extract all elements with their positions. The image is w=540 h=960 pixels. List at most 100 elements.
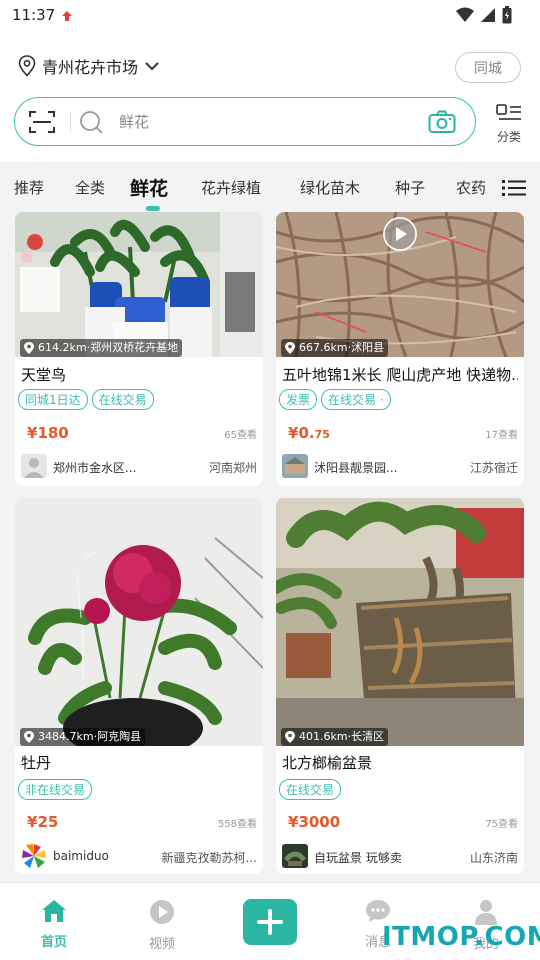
listing-tags: 在线交易 (279, 779, 342, 800)
listing-price: ¥0.75 (288, 424, 330, 442)
nav-home-label: 首页 (40, 935, 67, 950)
tag: 在线交易 · (321, 389, 391, 410)
search-divider (70, 112, 71, 132)
default-avatar-icon (24, 458, 44, 478)
category-tabs: 推荐 全类 鲜花 花卉绿植 绿化苗木 种子 农药 (0, 162, 540, 212)
app-notification-icon (62, 11, 72, 21)
status-time: 11:37 (12, 6, 56, 24)
tag: 非在线交易 (18, 779, 93, 800)
tab-flowers-plants[interactable]: 花卉绿植 (201, 177, 261, 198)
chevron-down-icon (145, 62, 159, 71)
listing-card[interactable]: 614.2km·郑州双桥花卉基地 天堂鸟 同城1日达 在线交易 ¥180 65查… (15, 212, 263, 486)
listing-title: 天堂鸟 (21, 366, 67, 384)
listing-tags: 发票 在线交易 · (279, 389, 391, 410)
tag: 同城1日达 (18, 389, 88, 410)
tab-seeds[interactable]: 种子 (395, 177, 425, 198)
home-icon (42, 900, 66, 922)
price-value: 180 (37, 424, 69, 442)
view-count: 75查看 (485, 819, 518, 830)
category-button[interactable]: 分类 (492, 104, 526, 144)
view-count: 558查看 (217, 819, 257, 830)
play-video-icon[interactable] (382, 216, 418, 252)
tab-landscape-seedlings[interactable]: 绿化苗木 (300, 177, 360, 198)
view-count: 65查看 (224, 430, 257, 441)
listing-image[interactable]: 3484.7km·阿克陶县 (15, 498, 263, 746)
price-value: 3000 (298, 813, 341, 831)
seller-avatar-image (21, 844, 47, 868)
menu-list-icon[interactable] (502, 179, 526, 197)
wifi-icon (456, 7, 474, 22)
nav-video[interactable]: 视频 (132, 899, 192, 952)
location-pin-icon (24, 342, 34, 354)
search-bar (14, 97, 476, 146)
message-icon (366, 900, 390, 922)
scan-icon[interactable] (29, 110, 55, 134)
header: 青州花卉市场 同城 分类 (0, 32, 540, 162)
nav-home[interactable]: 首页 (24, 899, 84, 950)
price-value: 0. (298, 424, 315, 442)
listing-price: ¥3000 (288, 813, 340, 831)
search-icon (80, 111, 103, 134)
seller-name: baimiduo (53, 849, 109, 863)
seller-region: 新疆克孜勒苏柯... (161, 851, 257, 865)
category-icon (496, 104, 521, 120)
tag: 在线交易 (279, 779, 342, 800)
seller-name: 自玩盆景 玩够卖 (314, 851, 402, 865)
price-symbol: ¥ (288, 424, 299, 442)
price-symbol: ¥ (27, 813, 38, 831)
listing-image[interactable]: 401.6km·长清区 (276, 498, 524, 746)
distance-badge: 614.2km·郑州双桥花卉基地 (20, 339, 183, 357)
location-pin-icon (24, 731, 34, 743)
location-pin-icon (285, 731, 295, 743)
category-label: 分类 (496, 130, 521, 144)
seller-region: 山东济南 (469, 851, 518, 865)
listing-image[interactable]: 614.2km·郑州双桥花卉基地 (15, 212, 263, 357)
location-pin-icon (18, 55, 36, 77)
seller-avatar-image (282, 844, 308, 868)
active-tab-indicator (146, 206, 160, 211)
listing-title: 五叶地锦1米长 爬山虎产地 快递物... (282, 366, 518, 384)
seller-avatar[interactable] (282, 844, 308, 868)
distance-text: 667.6km·沭阳县 (299, 341, 385, 354)
peony-photo (15, 498, 263, 746)
location-selector[interactable]: 青州花卉市场 (18, 54, 160, 78)
tab-recommend[interactable]: 推荐 (14, 177, 44, 198)
listing-card[interactable]: 3484.7km·阿克陶县 牡丹 非在线交易 ¥25 558查看 baimidu… (15, 498, 263, 874)
price-value: 25 (37, 813, 59, 831)
seller-avatar[interactable] (21, 844, 47, 868)
elm-bonsai-photo (276, 498, 524, 746)
listing-tags: 非在线交易 (18, 779, 93, 800)
seller-avatar[interactable] (282, 454, 308, 478)
seller-region: 江苏宿迁 (469, 461, 518, 475)
listing-image[interactable]: 667.6km·沭阳县 (276, 212, 524, 357)
seller-name: 郑州市金水区... (53, 461, 137, 475)
tag: 发票 (279, 389, 318, 410)
search-input[interactable] (119, 110, 419, 134)
seller-name: 沭阳县靓景园... (314, 461, 398, 475)
camera-icon[interactable] (428, 110, 456, 134)
distance-text: 614.2km·郑州双桥花卉基地 (38, 341, 179, 354)
listing-card[interactable]: 667.6km·沭阳县 五叶地锦1米长 爬山虎产地 快递物... 发票 在线交易… (276, 212, 524, 486)
listing-tags: 同城1日达 在线交易 (18, 389, 154, 410)
same-city-button[interactable]: 同城 (455, 52, 521, 83)
tab-all[interactable]: 全类 (75, 177, 105, 198)
distance-text: 3484.7km·阿克陶县 (38, 730, 142, 743)
seller-avatar[interactable] (21, 454, 47, 478)
plus-icon (257, 909, 283, 935)
price-decimal: 75 (314, 428, 330, 441)
tab-pesticides[interactable]: 农药 (456, 177, 486, 198)
listing-card[interactable]: 401.6km·长清区 北方榔榆盆景 在线交易 ¥3000 75查看 自玩盆景 … (276, 498, 524, 874)
publish-button[interactable] (243, 899, 297, 945)
listing-price: ¥180 (27, 424, 69, 442)
distance-badge: 401.6km·长清区 (281, 728, 389, 746)
listing-price: ¥25 (27, 813, 58, 831)
seller-avatar-image (282, 454, 308, 478)
distance-badge: 667.6km·沭阳县 (281, 339, 389, 357)
signal-icon (481, 8, 495, 22)
distance-badge: 3484.7km·阿克陶县 (20, 728, 146, 746)
tag: 在线交易 (91, 389, 154, 410)
listing-title: 牡丹 (21, 754, 52, 772)
tab-fresh-flowers[interactable]: 鲜花 (130, 174, 168, 201)
price-symbol: ¥ (27, 424, 38, 442)
seller-region: 河南郑州 (208, 461, 257, 475)
